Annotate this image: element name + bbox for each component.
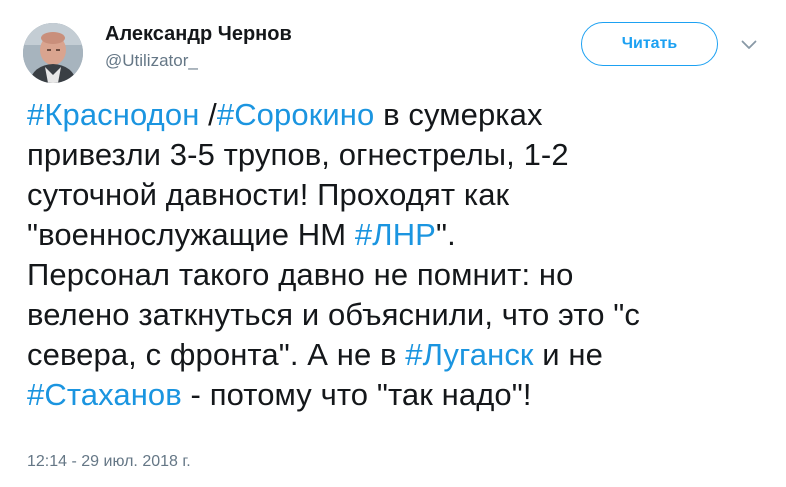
follow-button[interactable]: Читать (581, 22, 718, 66)
tweet-text-line: #Краснодон /#Сорокино в сумерках (27, 95, 767, 135)
tweet-text: #Краснодон /#Сорокино в сумерках привезли… (27, 95, 767, 415)
tweet-text-segment: севера, с фронта". А не в (27, 337, 406, 372)
tweet-timestamp[interactable]: 12:14 - 29 июл. 2018 г. (27, 453, 191, 471)
tweet-text-line: "военнослужащие НМ #ЛНР". (27, 215, 767, 255)
hashtag-link[interactable]: #Сорокино (217, 97, 375, 132)
chevron-down-icon (741, 40, 757, 49)
tweet-text-line: привезли 3-5 трупов, огнестрелы, 1-2 (27, 135, 767, 175)
avatar[interactable] (23, 23, 83, 83)
tweet-text-line: севера, с фронта". А не в #Луганск и не (27, 335, 767, 375)
tweet-text-segment: в сумерках (374, 97, 543, 132)
tweet-text-segment: и не (533, 337, 603, 372)
hashtag-link[interactable]: #Стаханов (27, 377, 182, 412)
tweet-text-line: #Стаханов - потому что "так надо"! (27, 375, 767, 415)
tweet-text-segment: "военнослужащие НМ (27, 217, 355, 252)
tweet-text-segment: - потому что "так надо"! (181, 377, 532, 412)
tweet-card: Александр Чернов @Utilizator_ Читать #Кр… (0, 0, 786, 487)
tweet-text-segment: велено заткнуться и объяснили, что это "… (27, 297, 640, 332)
tweet-text-line: велено заткнуться и объяснили, что это "… (27, 295, 767, 335)
user-handle[interactable]: @Utilizator_ (105, 50, 292, 72)
tweet-text-line: суточной давности! Проходят как (27, 175, 767, 215)
avatar-image (23, 23, 83, 83)
tweet-text-segment: привезли 3-5 трупов, огнестрелы, 1-2 (27, 137, 569, 172)
menu-caret-button[interactable] (738, 36, 760, 54)
tweet-text-segment: суточной давности! Проходят как (27, 177, 510, 212)
tweet-text-segment: / (199, 97, 217, 132)
user-info: Александр Чернов @Utilizator_ (105, 22, 292, 72)
hashtag-link[interactable]: #ЛНР (355, 217, 436, 252)
hashtag-link[interactable]: #Луганск (405, 337, 533, 372)
display-name[interactable]: Александр Чернов (105, 22, 292, 46)
tweet-text-line: Персонал такого давно не помнит: но (27, 255, 767, 295)
hashtag-link[interactable]: #Краснодон (27, 97, 199, 132)
tweet-text-segment: Персонал такого давно не помнит: но (27, 257, 574, 292)
tweet-text-segment: ". (435, 217, 456, 252)
